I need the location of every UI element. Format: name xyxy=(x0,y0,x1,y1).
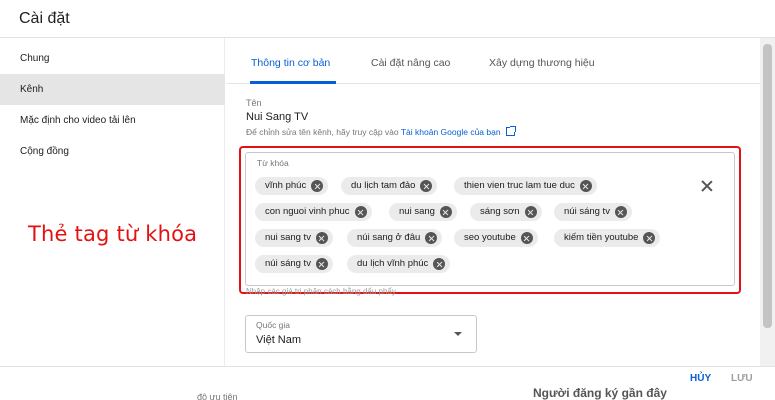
keyword-chip-label: du lịch tam đảo xyxy=(351,180,416,191)
tab-advanced-settings[interactable]: Cài đặt nâng cao xyxy=(371,57,450,69)
keyword-chip-label: vĩnh phúc xyxy=(265,180,307,191)
dialog-header: Cài đặt xyxy=(0,0,775,38)
channel-name-label: Tên xyxy=(246,98,262,108)
scrollbar-thumb[interactable] xyxy=(763,44,772,328)
keywords-hint: Nhập các giá trị phân cách bằng dấu phẩy xyxy=(246,287,396,296)
close-circle-icon[interactable] xyxy=(520,232,533,244)
keyword-chip-label: sáng sơn xyxy=(480,206,520,217)
keyword-chip-label: du lịch vĩnh phúc xyxy=(357,258,429,269)
caret-down-icon xyxy=(454,332,462,336)
keyword-chip: núi sang ở đâu xyxy=(347,229,443,247)
keyword-chip: sáng sơn xyxy=(470,203,542,221)
keyword-chip: thien vien truc lam tue duc xyxy=(454,177,597,195)
keyword-chip: vĩnh phúc xyxy=(255,177,329,195)
keyword-chip-label: con nguoi vinh phuc xyxy=(265,206,350,217)
keyword-chip: con nguoi vinh phuc xyxy=(255,203,372,221)
background-text-left: độ ưu tiên xyxy=(197,392,238,400)
keyword-chip: núi sáng tv xyxy=(255,255,333,273)
active-tab-indicator xyxy=(250,81,336,84)
keyword-chip: nui sang xyxy=(389,203,457,221)
close-circle-icon[interactable] xyxy=(433,258,446,270)
channel-name-value: Nui Sang TV xyxy=(246,111,309,123)
tab-basic-info[interactable]: Thông tin cơ bản xyxy=(251,57,330,69)
keyword-chip-label: núi sáng tv xyxy=(265,258,311,269)
keyword-chip-label: seo youtube xyxy=(464,232,516,243)
tab-branding[interactable]: Xây dựng thương hiệu xyxy=(489,57,595,69)
keyword-tag-annotation: Thẻ tag từ khóa xyxy=(28,222,198,246)
close-circle-icon[interactable] xyxy=(524,206,537,218)
close-circle-icon[interactable] xyxy=(315,232,328,244)
sidebar-item-general[interactable]: Chung xyxy=(0,43,225,74)
keyword-chip: kiếm tiền youtube xyxy=(554,229,661,247)
save-button[interactable]: LƯU xyxy=(731,373,753,384)
dialog-title: Cài đặt xyxy=(19,10,70,27)
sidebar-item-channel[interactable]: Kênh xyxy=(0,74,225,105)
sidebar-item-upload-defaults[interactable]: Mặc định cho video tải lên xyxy=(0,105,225,136)
keyword-chip-label: nui sang tv xyxy=(265,232,311,243)
close-circle-icon[interactable] xyxy=(614,206,627,218)
channel-name-help: Để chỉnh sửa tên kênh, hãy truy cập vào … xyxy=(246,126,516,137)
background-text-right: Người đăng ký gần đây xyxy=(533,386,667,400)
close-circle-icon[interactable] xyxy=(420,180,433,192)
content-scrollbar[interactable] xyxy=(760,38,775,366)
keywords-label: Từ khóa xyxy=(257,158,289,168)
tab-bar: Thông tin cơ bản Cài đặt nâng cao Xây dự… xyxy=(226,38,760,84)
settings-content: Thông tin cơ bản Cài đặt nâng cao Xây dự… xyxy=(226,38,760,366)
close-circle-icon[interactable] xyxy=(439,206,452,218)
close-circle-icon[interactable] xyxy=(579,180,592,192)
keywords-field[interactable]: Từ khóa vĩnh phúc du lịch tam đảo thien … xyxy=(245,152,735,286)
keyword-chip-label: thien vien truc lam tue duc xyxy=(464,180,575,191)
keyword-chip: du lịch tam đảo xyxy=(341,177,438,195)
keyword-chip: du lịch vĩnh phúc xyxy=(347,255,451,273)
close-circle-icon[interactable] xyxy=(354,206,367,218)
country-label: Quốc gia xyxy=(256,320,291,330)
keyword-chip: seo youtube xyxy=(454,229,538,247)
settings-sidebar: Chung Kênh Mặc định cho video tải lên Cộ… xyxy=(0,38,225,366)
country-value: Việt Nam xyxy=(256,334,302,346)
dialog-footer: độ ưu tiên Người đăng ký gần đây HỦY LƯU xyxy=(0,366,775,400)
close-icon[interactable] xyxy=(700,179,714,193)
keyword-chip: nui sang tv xyxy=(255,229,333,247)
keyword-chip-label: nui sang xyxy=(399,206,435,217)
cancel-button[interactable]: HỦY xyxy=(690,373,711,384)
close-circle-icon[interactable] xyxy=(643,232,656,244)
close-circle-icon[interactable] xyxy=(315,258,328,270)
channel-name-help-text: Để chỉnh sửa tên kênh, hãy truy cập vào xyxy=(246,127,399,137)
close-circle-icon[interactable] xyxy=(311,180,324,192)
keyword-chip-label: núi sáng tv xyxy=(564,206,610,217)
sidebar-item-community[interactable]: Cộng đồng xyxy=(0,136,225,167)
external-link-icon[interactable] xyxy=(505,126,516,136)
keyword-chip-label: núi sang ở đâu xyxy=(357,232,421,243)
keyword-chip: núi sáng tv xyxy=(554,203,632,221)
keyword-chip-label: kiếm tiền youtube xyxy=(564,232,639,243)
country-select[interactable]: Quốc gia Việt Nam xyxy=(245,315,477,353)
close-circle-icon[interactable] xyxy=(425,232,438,244)
google-account-link[interactable]: Tài khoản Google của bạn xyxy=(401,127,501,137)
